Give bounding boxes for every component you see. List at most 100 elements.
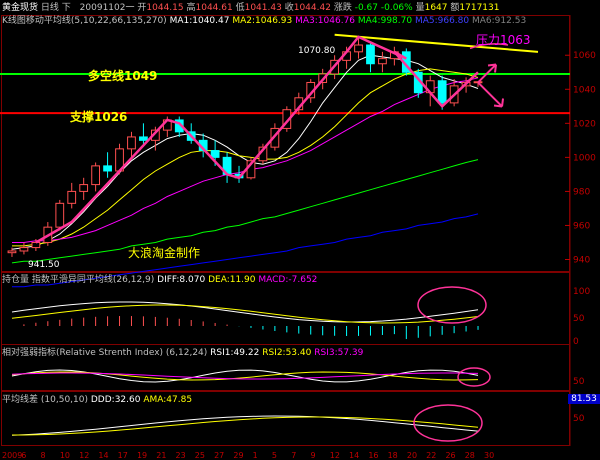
ma-line-ma1 <box>11 54 479 250</box>
ma-params: (5,10,22,66,135,270) <box>70 16 167 26</box>
candle-body <box>378 58 387 65</box>
change-value: -0.67 <box>354 3 378 13</box>
rsi-highlight-circle <box>457 367 491 387</box>
volume-value: 1647 <box>424 3 448 13</box>
dma-panel-label: 平均线差 <box>2 395 39 405</box>
price-tick-label: 960 <box>573 221 590 231</box>
close-label: 收 <box>284 3 294 13</box>
ama-value: AMA:47.85 <box>143 395 193 405</box>
rsi-panel-label: 相对强弱指标(Relative Strenth Index) <box>2 348 164 358</box>
support-label: 支撑1026 <box>70 110 128 124</box>
date-label: 5 <box>272 451 277 460</box>
low-value: 1041.43 <box>244 3 282 13</box>
diff-line <box>11 301 479 323</box>
high-value: 1044.61 <box>195 3 233 13</box>
macd-panel-label: 持仓量 <box>2 275 30 285</box>
date-label: 28 <box>465 451 475 460</box>
candle-body <box>79 184 89 192</box>
date-label: 2009 <box>2 451 22 460</box>
symbol-name: 黄金现货 <box>2 3 39 13</box>
rsi-legend: 相对强弱指标(Relative Strenth Index) (6,12,24)… <box>2 348 363 358</box>
ma-name: 移动平均线 <box>25 16 71 26</box>
candle-body <box>437 80 447 104</box>
variant-label: 下 <box>61 3 71 13</box>
ma-legend: K线图移动平均线(5,10,22,66,135,270) MA1:1040.47… <box>2 16 526 26</box>
low-label: 低 <box>235 3 245 13</box>
dma-tick-label: 50 <box>573 414 585 424</box>
date-label: 27 <box>214 451 224 460</box>
ma5-label: MA5:966.80 <box>414 16 470 26</box>
date-label: 12 <box>79 451 89 460</box>
date-label: 7 <box>291 451 296 460</box>
ma4-label: MA4:998.70 <box>357 16 413 26</box>
date-label: 12 <box>330 451 340 460</box>
macd-value: MACD:-7.652 <box>258 275 318 285</box>
rsi-params: (6,12,24) <box>165 348 208 358</box>
dma-value-badge: 81.53 <box>568 394 600 404</box>
dea-line <box>11 304 479 324</box>
price-tick-label: 980 <box>573 187 590 197</box>
diff-value: DIFF:8.070 <box>157 275 206 285</box>
macd-tick-label: 50 <box>573 314 585 324</box>
rsi3-value: RSI3:57.39 <box>314 348 364 358</box>
down-arrow <box>477 81 505 108</box>
date-label: 14 <box>349 451 359 460</box>
candle-body <box>139 136 148 141</box>
dma-highlight-circle <box>413 404 483 442</box>
quote-header: 黄金现货 日线 下 20091102一 开1044.15 高1044.61 低1… <box>2 3 500 13</box>
zigzag-pattern <box>35 35 479 244</box>
date-label: 9 <box>310 451 315 460</box>
amount-value: 1717131 <box>459 3 500 13</box>
date-label: 26 <box>445 451 455 460</box>
peak-label: 1070.80 <box>298 46 336 56</box>
ma-line-ma2 <box>12 68 479 247</box>
price-tick-label: 1020 <box>573 119 596 129</box>
candle-body <box>19 247 29 252</box>
macd-name: 指数平滑异同平均线 <box>31 275 113 285</box>
rsi-tick-label: 50 <box>573 377 585 387</box>
price-tick-label: 1040 <box>573 85 596 95</box>
trough-label: 941.50 <box>28 260 60 270</box>
date-label: 17 <box>118 451 128 460</box>
date-label: 6 <box>21 451 26 460</box>
rsi1-value: RSI1:49.22 <box>210 348 260 358</box>
panel-frames <box>1 15 571 446</box>
date-label: 16 <box>368 451 378 460</box>
date-label: 29 <box>233 451 243 460</box>
dea-value: DEA:11.90 <box>208 275 256 285</box>
ma6-label: MA6:912.53 <box>472 16 527 26</box>
macd-highlight-circle <box>417 286 487 324</box>
candle-body <box>31 241 41 249</box>
date-axis: 20096 8 10 12 14 17 19 21 23 25 27 29 1 5 7 9 12 14 16 18 20… <box>2 451 494 460</box>
ma2-label: MA2:1046.93 <box>232 16 293 26</box>
candle-body <box>210 150 220 158</box>
date-label: 1 <box>253 451 258 460</box>
candle-body <box>67 190 77 204</box>
ma3-label: MA3:1046.76 <box>295 16 356 26</box>
date-label: 18 <box>388 451 398 460</box>
candle-body <box>103 165 112 172</box>
date-label: 8 <box>41 451 46 460</box>
open-value: 1044.15 <box>146 3 184 13</box>
price-tick-label: 1060 <box>573 51 596 61</box>
candle-body <box>7 250 17 254</box>
volume-label: 量 <box>415 3 425 13</box>
candle-body <box>127 136 136 150</box>
candle-body <box>354 44 363 53</box>
high-label: 高 <box>186 3 196 13</box>
date-label: 21 <box>156 451 166 460</box>
change-label: 涨跌 <box>333 3 352 13</box>
date-label: 30 <box>484 451 494 460</box>
period-label[interactable]: 日线 <box>41 3 59 13</box>
close-value: 1044.42 <box>293 3 331 13</box>
candle-body <box>91 165 101 186</box>
indicator-panels: 100 50 0 50 50 <box>11 286 590 442</box>
ddd-value: DDD:32.60 <box>90 395 141 405</box>
ma-line-ma3 <box>12 77 479 243</box>
dma-legend: 平均线差 (10,50,10) DDD:32.60 AMA:47.85 <box>2 395 192 405</box>
price-tick-label: 940 <box>573 255 590 265</box>
candle-body <box>55 202 65 228</box>
dma-params: (10,50,10) <box>40 395 88 405</box>
long-short-label: 多空线1049 <box>88 69 158 83</box>
candle-body <box>366 44 375 65</box>
